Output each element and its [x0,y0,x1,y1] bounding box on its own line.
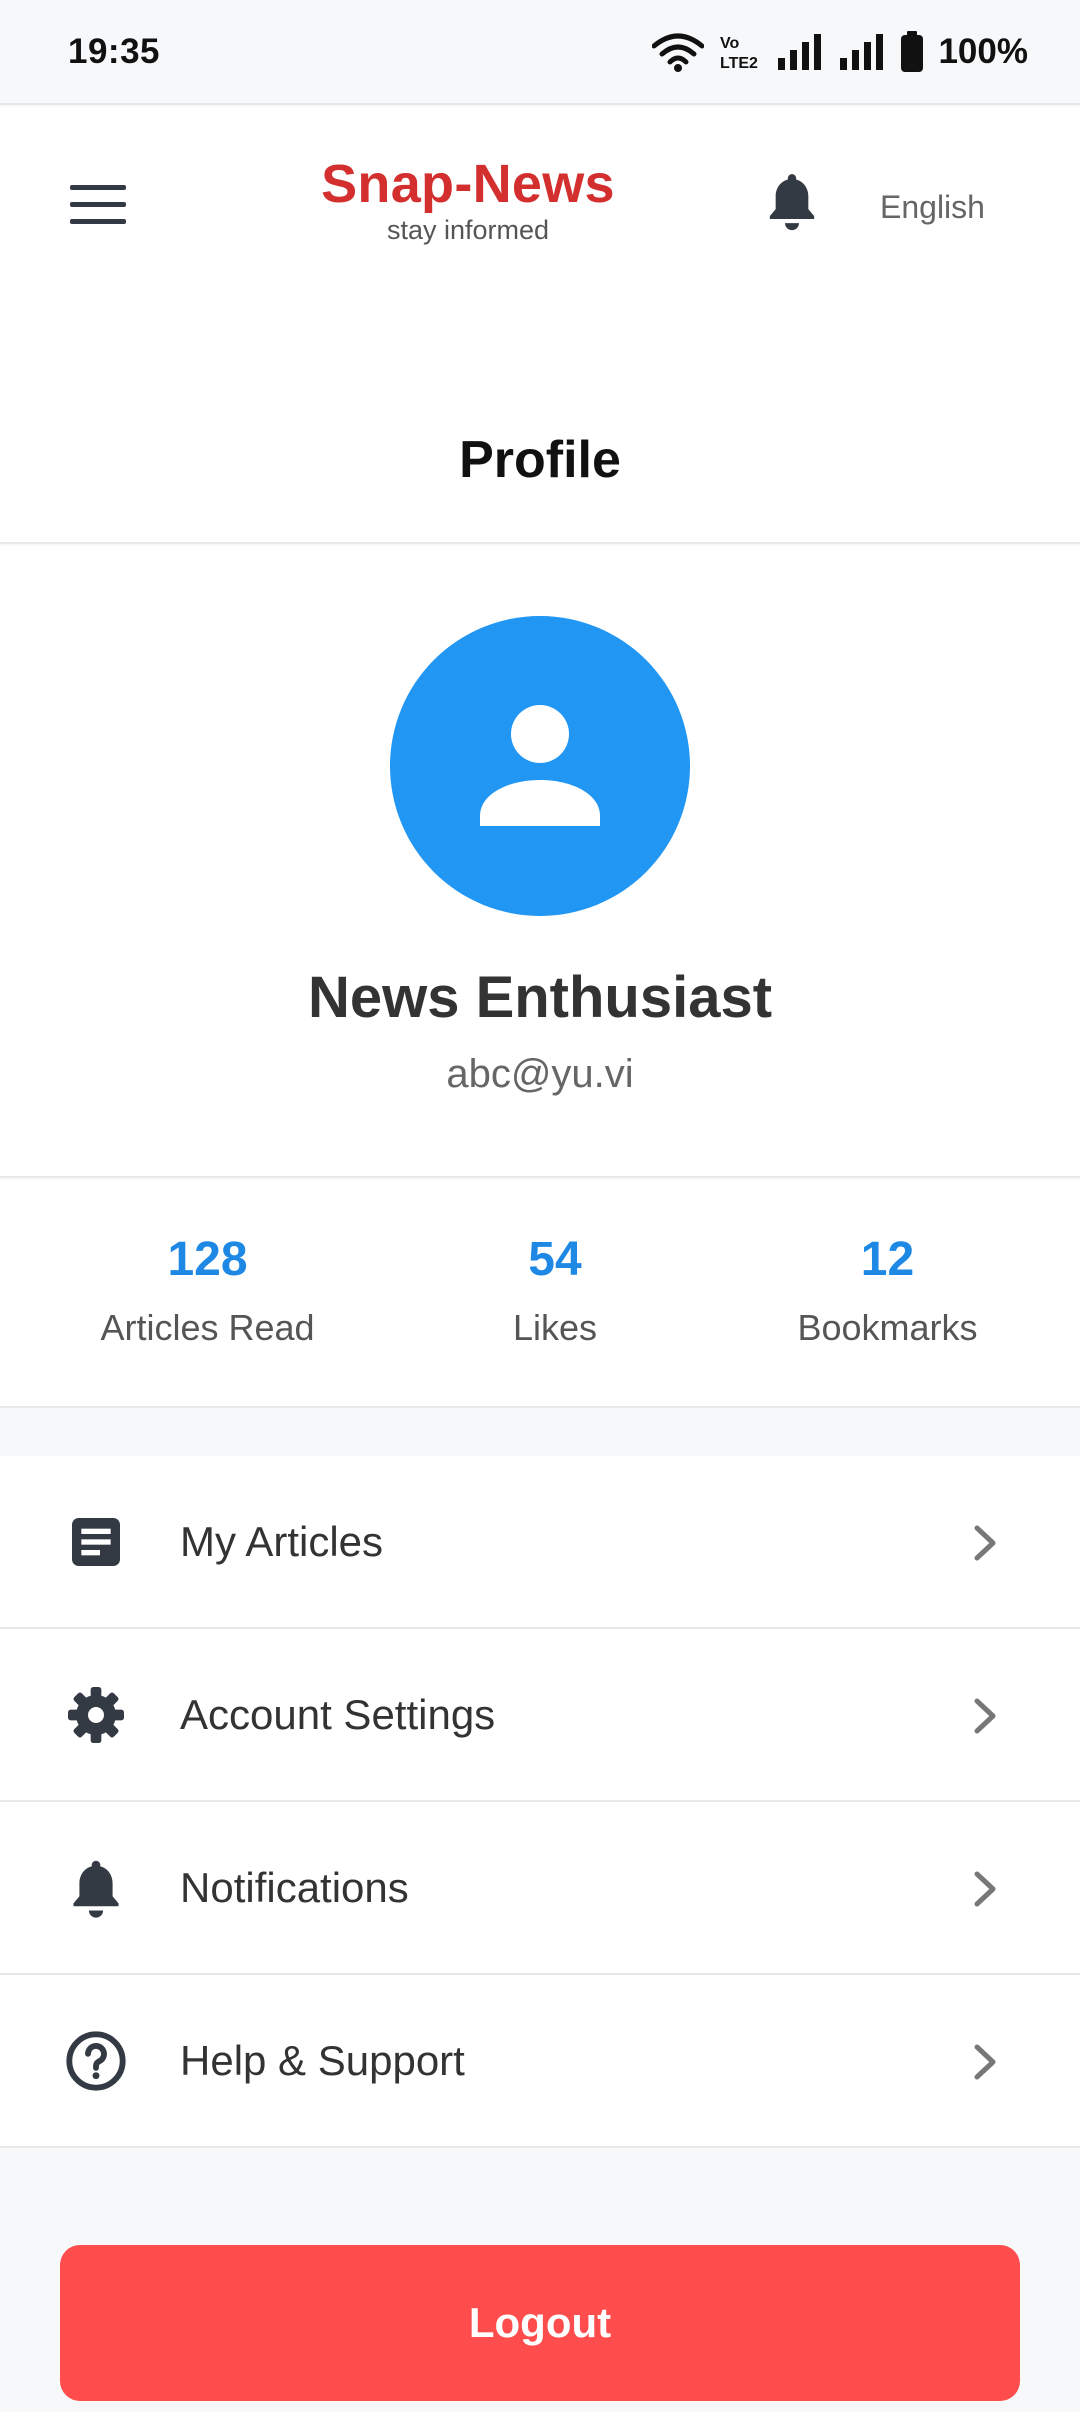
menu-item-label: Notifications [180,1864,409,1911]
battery-icon [901,30,924,72]
chevron-right-icon [974,1871,996,1907]
signal-icon-2 [840,33,884,70]
brand-logo[interactable]: Snap-News stay informed [300,157,636,246]
profile-menu: My Articles Account Settings Notificatio… [0,1456,1080,2148]
status-icons: Vo LTE2 100% [652,30,1028,73]
volte-top-text: Vo [720,35,739,52]
stat-label: Bookmarks [797,1307,978,1348]
language-selector[interactable]: English [880,189,985,226]
status-bar: 19:35 Vo LTE2 100% [0,0,1080,105]
stat-label: Articles Read [100,1307,315,1348]
menu-item-label: Help & Support [180,2037,465,2084]
chevron-right-icon [974,2044,996,2080]
stat-bookmarks[interactable]: 12 Bookmarks [730,1232,1045,1349]
volte-bottom-text: LTE2 [720,55,758,72]
notification-button[interactable] [764,169,822,245]
wifi-icon [652,33,705,72]
battery-percent: 100% [938,31,1028,71]
bell-icon [73,1860,119,1918]
menu-item-my-articles[interactable]: My Articles [0,1456,1080,1629]
avatar[interactable] [390,616,690,916]
help-icon [66,2031,126,2091]
chevron-right-icon [974,1698,996,1734]
signal-icon-1 [778,33,822,70]
hamburger-menu-button[interactable] [70,179,144,239]
stat-value: 12 [860,1233,915,1286]
menu-item-label: My Articles [180,1518,384,1565]
chevron-right-icon [974,1525,996,1561]
volte-icon: Vo LTE2 [720,35,758,72]
profile-email: abc@yu.vi [446,1052,634,1096]
page-title: Profile [459,431,621,489]
stats-section: 128 Articles Read 54 Likes 12 Bookmarks [0,1180,1080,1408]
profile-card: News Enthusiast abc@yu.vi [0,546,1080,1178]
menu-item-label: Account Settings [180,1691,496,1738]
menu-item-account-settings[interactable]: Account Settings [0,1629,1080,1802]
stat-articles-read[interactable]: 128 Articles Read [50,1232,365,1349]
stat-value: 54 [528,1233,582,1286]
hamburger-icon [70,185,126,224]
app-header: Snap-News stay informed English [0,107,1080,302]
brand-title: Snap-News [321,154,615,214]
stat-value: 128 [167,1233,248,1286]
gear-icon [68,1687,124,1743]
menu-item-help-support[interactable]: Help & Support [0,1975,1080,2148]
status-time: 19:35 [68,31,161,71]
stat-likes[interactable]: 54 Likes [400,1232,710,1349]
brand-subtitle: stay informed [386,215,550,245]
user-icon [480,705,600,826]
logout-button[interactable]: Logout [60,2245,1020,2401]
article-icon [72,1518,120,1566]
bell-icon [769,174,815,231]
stat-label: Likes [512,1307,598,1348]
menu-item-notifications[interactable]: Notifications [0,1802,1080,1975]
profile-name: News Enthusiast [307,965,773,1030]
title-section: Profile [0,302,1080,544]
